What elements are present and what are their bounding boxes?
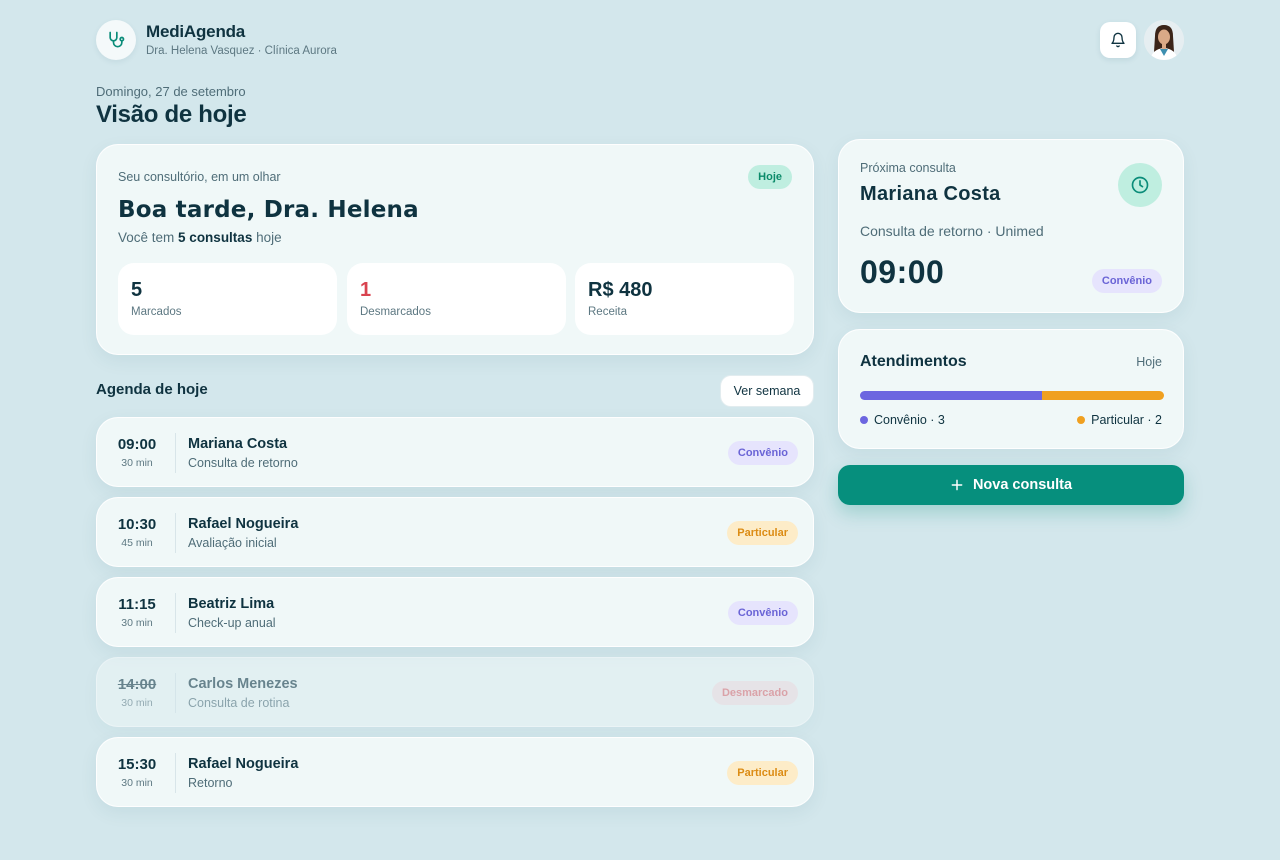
appointment-row[interactable]: 15:30 30 min Rafael Nogueira Retorno Par…: [96, 737, 814, 807]
appointment-duration: 30 min: [121, 617, 153, 629]
legend-convenio: Convênio · 3: [860, 413, 945, 427]
next-kicker: Próxima consulta: [860, 161, 956, 175]
patient-name: Carlos Menezes: [188, 676, 298, 692]
appointment-duration: 30 min: [121, 457, 153, 469]
status-badge: Desmarcado: [711, 681, 798, 705]
new-appointment-label: Nova consulta: [972, 477, 1073, 493]
brand: MediAgenda Dra. Helena Vasquez · Clínica…: [146, 22, 337, 57]
page-title: Visão de hoje: [96, 101, 247, 128]
divider: [175, 673, 176, 713]
legend-dot: [1077, 416, 1086, 424]
new-appointment-button[interactable]: Nova consulta: [838, 465, 1184, 505]
notifications-button[interactable]: [1100, 22, 1136, 58]
status-badge: Particular: [727, 761, 798, 785]
attendance-period: Hoje: [1136, 355, 1162, 369]
appointment-type: Check-up anual: [188, 616, 276, 630]
status-badge: Convênio: [727, 441, 798, 465]
greeting: Boa tarde, Dra. Helena: [118, 197, 419, 223]
agenda-title: Agenda de hoje: [96, 381, 208, 398]
appointment-type: Retorno: [188, 776, 233, 790]
summary-suffix: hoje: [256, 230, 282, 245]
patient-name: Rafael Nogueira: [188, 756, 299, 772]
legend-dot: [860, 416, 868, 424]
appointment-time: 09:00: [117, 436, 157, 453]
appointment-time: 11:15: [118, 596, 156, 613]
status-badge: Convênio: [1091, 269, 1162, 293]
stat-label: Desmarcados: [360, 306, 431, 318]
patient-name: Beatriz Lima: [188, 596, 275, 612]
avatar[interactable]: [1144, 20, 1184, 60]
plus-icon: [950, 478, 964, 492]
particular-bar-segment: [1042, 391, 1164, 400]
divider: [175, 593, 176, 633]
status-badge: Convênio: [727, 601, 798, 625]
appointment-type: Consulta de rotina: [188, 696, 290, 710]
appointment-row[interactable]: 10:30 45 min Rafael Nogueira Avaliação i…: [96, 497, 814, 567]
patient-name: Rafael Nogueira: [188, 516, 299, 532]
appointment-type: Consulta de retorno: [188, 456, 298, 470]
patient-name: Mariana Costa: [188, 436, 288, 452]
attendance-title: Atendimentos: [860, 353, 967, 370]
appointment-time: 15:30: [117, 756, 157, 773]
divider: [175, 513, 176, 553]
overview-kicker: Seu consultório, em um olhar: [118, 170, 281, 184]
legend-particular: Particular · 2: [1077, 413, 1162, 427]
overview-card: Seu consultório, em um olhar Hoje Boa ta…: [96, 144, 814, 355]
stat-revenue: R$ 480 Receita: [575, 263, 794, 335]
summary-prefix: Você tem: [118, 230, 175, 245]
stat-cancelled: 1 Desmarcados: [347, 263, 566, 335]
next-time: 09:00: [860, 254, 945, 290]
appointment-type: Avaliação inicial: [188, 536, 277, 550]
bell-icon: [1111, 32, 1125, 48]
appointment-row[interactable]: 11:15 30 min Beatriz Lima Check-up anual…: [96, 577, 814, 647]
summary-count: 5 consultas: [178, 230, 253, 245]
stat-booked: 5 Marcados: [118, 263, 337, 335]
legend-label: Convênio · 3: [874, 413, 945, 427]
divider: [175, 433, 176, 473]
convenio-bar-segment: [860, 391, 1043, 400]
appointment-time: 10:30: [117, 516, 157, 533]
today-badge: Hoje: [748, 165, 792, 189]
app-name: MediAgenda: [146, 22, 246, 41]
appointment-time: 14:00: [117, 676, 157, 693]
summary-text: Você tem 5 consultas hoje: [118, 230, 282, 245]
legend-label: Particular · 2: [1091, 413, 1162, 427]
stat-label: Receita: [588, 306, 627, 318]
attendance-bar: [860, 391, 1164, 400]
next-appointment-card[interactable]: Próxima consulta Mariana Costa Consulta …: [838, 139, 1184, 313]
appointment-duration: 30 min: [121, 777, 153, 789]
view-week-button[interactable]: Ver semana: [720, 375, 814, 407]
clock-icon: [1118, 163, 1162, 207]
appointment-row-cancelled[interactable]: 14:00 30 min Carlos Menezes Consulta de …: [96, 657, 814, 727]
attendance-card: Atendimentos Hoje Convênio · 3 Particula…: [838, 329, 1184, 449]
app-subtitle: Dra. Helena Vasquez · Clínica Aurora: [146, 45, 337, 57]
appointment-duration: 45 min: [121, 537, 153, 549]
appointment-duration: 30 min: [121, 697, 153, 709]
stat-value: 1: [360, 279, 372, 301]
stethoscope-icon: [96, 20, 136, 60]
appointment-row[interactable]: 09:00 30 min Mariana Costa Consulta de r…: [96, 417, 814, 487]
divider: [175, 753, 176, 793]
date-line: Domingo, 27 de setembro: [96, 84, 246, 99]
status-badge: Particular: [727, 521, 798, 545]
next-description: Consulta de retorno · Unimed: [860, 223, 1044, 239]
app-header: MediAgenda Dra. Helena Vasquez · Clínica…: [96, 20, 1184, 60]
stat-value: 5: [131, 279, 143, 301]
stat-value: R$ 480: [588, 279, 653, 301]
next-patient-name: Mariana Costa: [860, 183, 1001, 205]
stat-label: Marcados: [131, 306, 182, 318]
